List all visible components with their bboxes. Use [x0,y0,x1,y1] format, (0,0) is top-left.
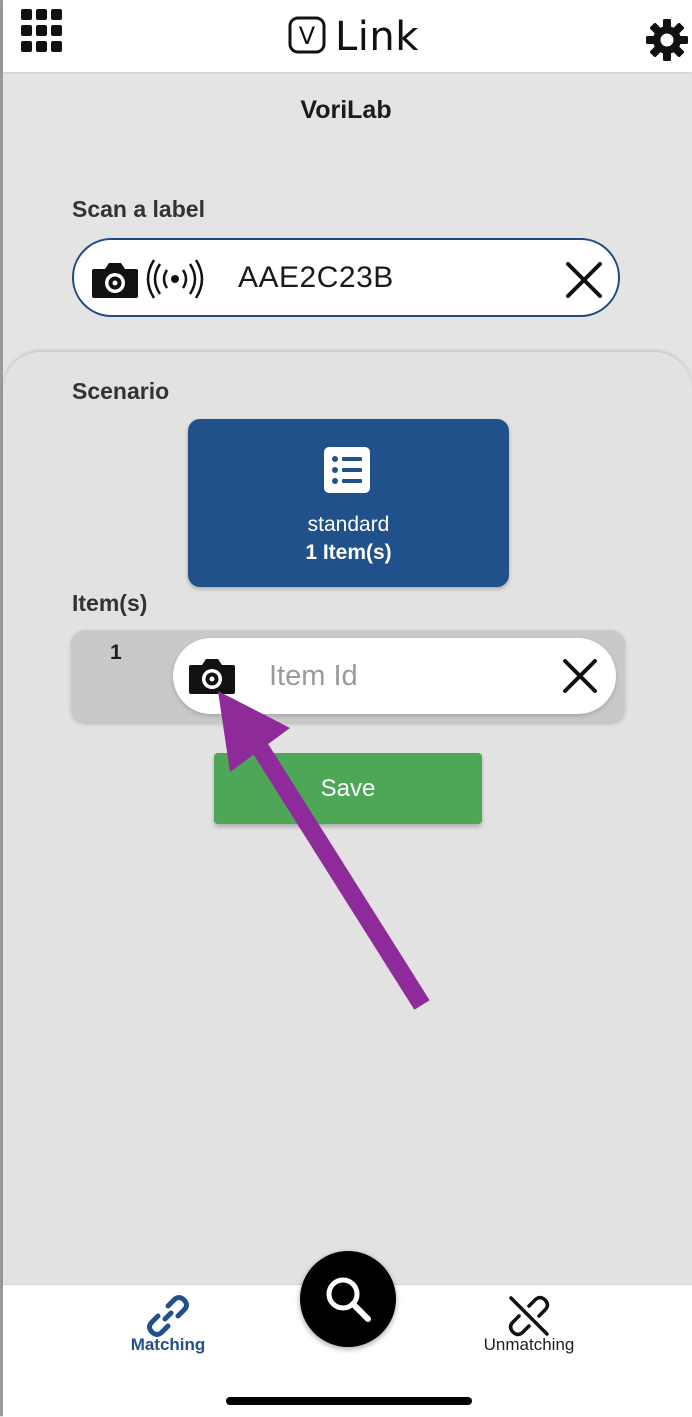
close-icon[interactable] [564,260,604,300]
search-button[interactable] [300,1251,396,1347]
save-button[interactable]: Save [214,753,482,824]
close-icon[interactable] [561,657,599,695]
logo-letter: V [299,22,316,50]
item-index: 1 [110,641,122,664]
nav-unmatching[interactable]: Unmatching [472,1290,586,1360]
home-indicator[interactable] [226,1397,472,1405]
scan-label-input[interactable]: AAE2C23B [72,238,620,317]
gear-icon[interactable] [645,18,689,62]
organization-title: VoriLab [300,96,392,124]
search-icon [326,1277,371,1322]
scenario-card-standard[interactable]: standard 1 Item(s) [188,419,509,587]
item-id-input[interactable]: Item Id [173,638,616,714]
grid-icon[interactable] [21,9,63,53]
scenario-heading: Scenario [72,378,170,404]
list-icon [324,447,370,493]
app-title: Link [335,14,419,60]
scenario-item-count: 1 Item(s) [305,541,392,564]
camera-icon[interactable] [187,656,237,696]
scenario-name: standard [307,513,390,536]
app-logo-icon: V [288,16,326,54]
nav-matching-label: Matching [130,1335,206,1354]
unlink-icon [508,1295,550,1337]
nav-matching[interactable]: Matching [118,1290,218,1360]
scan-value: AAE2C23B [238,261,394,294]
item-id-placeholder: Item Id [269,660,358,692]
items-heading: Item(s) [72,590,148,616]
scan-label-heading: Scan a label [72,196,205,222]
nav-unmatching-label: Unmatching [483,1335,575,1354]
nfc-icon[interactable] [146,258,204,300]
link-icon [147,1295,189,1337]
camera-icon[interactable] [90,260,140,300]
top-bar: V Link [3,0,692,72]
